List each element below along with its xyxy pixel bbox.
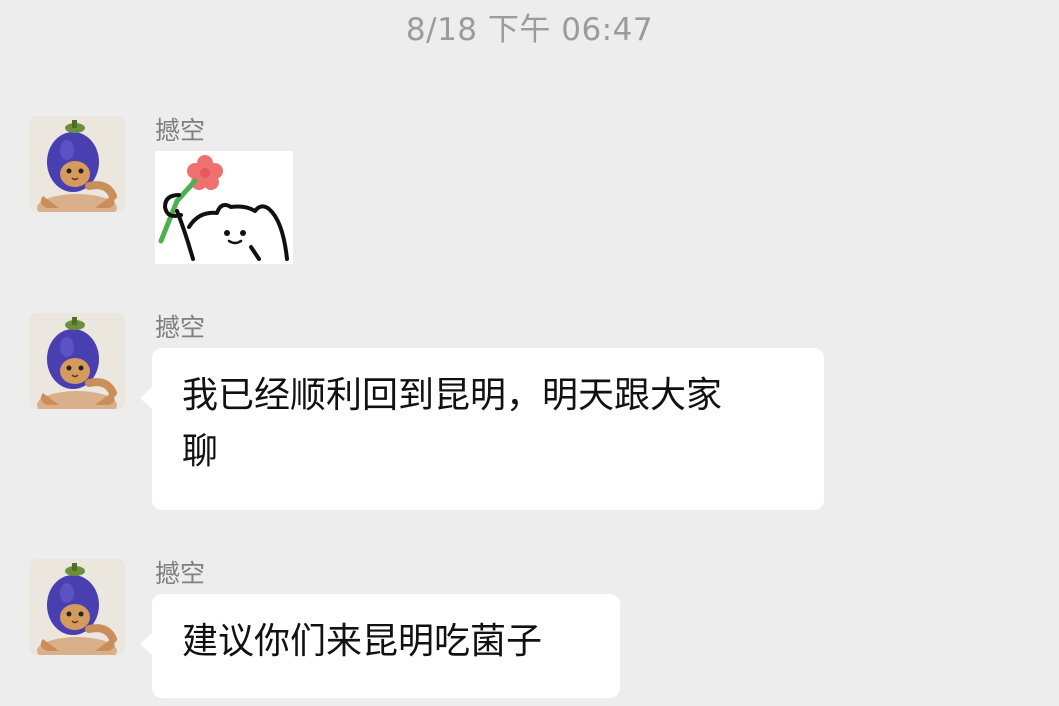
- message-row: 撼空 我已经顺利回到昆明，明天跟大家 聊: [0, 313, 1059, 513]
- sender-name: 撼空: [155, 559, 206, 588]
- message-bubble[interactable]: 建议你们来昆明吃菌子: [140, 594, 620, 698]
- cat-eggplant-hat-avatar-icon: [29, 559, 125, 655]
- avatar[interactable]: [29, 313, 125, 409]
- avatar[interactable]: [29, 559, 125, 655]
- chat-timestamp: 8/18 下午 06:47: [405, 12, 654, 48]
- cat-holding-flower-sticker-icon: [155, 151, 293, 264]
- cat-eggplant-hat-avatar-icon: [29, 116, 125, 212]
- message-row: 撼空 建议你们来昆明吃菌子: [0, 559, 1059, 706]
- sticker-message[interactable]: [155, 151, 293, 264]
- avatar[interactable]: [29, 116, 125, 212]
- message-row: 撼空: [0, 116, 1059, 266]
- sender-name: 撼空: [155, 313, 206, 342]
- message-text-line: 聊: [182, 431, 219, 472]
- sender-name: 撼空: [155, 116, 206, 145]
- message-text-line: 建议你们来昆明吃菌子: [182, 621, 543, 662]
- message-text-line: 我已经顺利回到昆明，明天跟大家: [182, 375, 723, 416]
- cat-eggplant-hat-avatar-icon: [29, 313, 125, 409]
- message-bubble[interactable]: 我已经顺利回到昆明，明天跟大家 聊: [140, 348, 824, 510]
